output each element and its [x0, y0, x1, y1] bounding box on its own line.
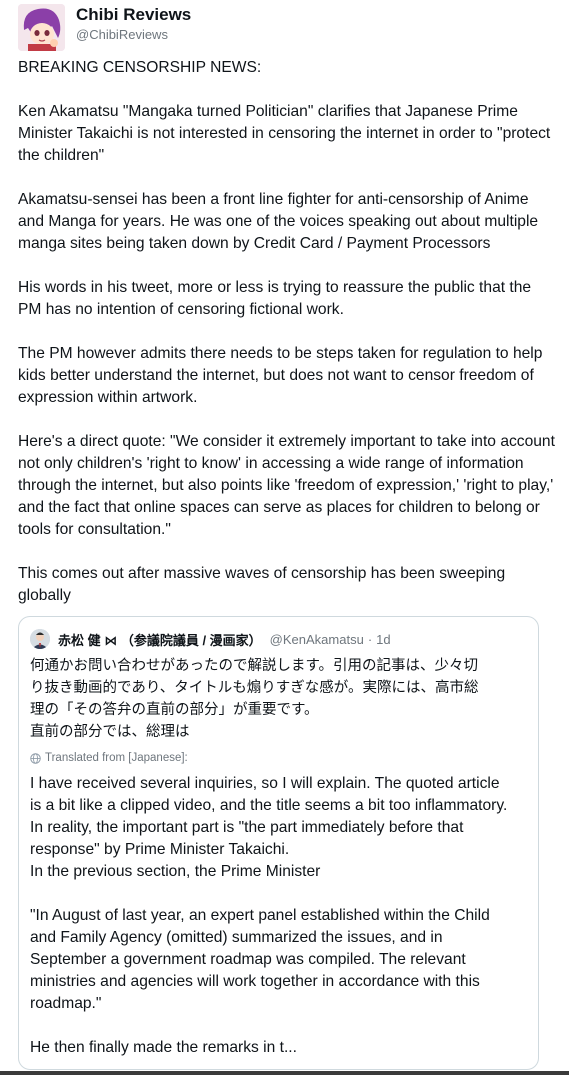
english-line: He then finally made the remarks in t...	[30, 1039, 297, 1056]
english-line: I have received several inquiries, so I …	[30, 775, 500, 792]
english-line: ministries and agencies will work togeth…	[30, 973, 480, 990]
quoted-english-text: I have received several inquiries, so I …	[30, 773, 530, 1059]
post-paragraph: The PM however admits there needs to be …	[18, 345, 543, 406]
quoted-author-handle[interactable]: @KenAkamatsu	[270, 632, 364, 647]
translated-label: Translated from [Japanese]:	[30, 752, 188, 764]
japanese-line: 何通かお問い合わせがあったので解説します。引用の記事は、少々切	[30, 658, 479, 674]
english-line: roadmap."	[30, 995, 102, 1012]
window-bottom-edge	[0, 1071, 569, 1075]
quoted-post-header: 赤松 健 ⋈ （参議院議員 / 漫画家） @KenAkamatsu · 1d	[30, 629, 391, 649]
quoted-author-avatar	[30, 629, 50, 649]
quoted-timestamp[interactable]: 1d	[376, 632, 390, 647]
quoted-author-name[interactable]: 赤松 健 ⋈ （参議院議員 / 漫画家）	[58, 630, 262, 649]
author-name[interactable]: Chibi Reviews	[76, 5, 191, 25]
post-paragraph: Ken Akamatsu "Mangaka turned Politician"…	[18, 103, 551, 164]
english-line: response" by Prime Minister Takaichi.	[30, 841, 290, 858]
post-body: BREAKING CENSORSHIP NEWS: Ken Akamatsu "…	[18, 57, 558, 629]
dot-separator: ·	[367, 631, 373, 647]
author-avatar[interactable]	[18, 4, 65, 51]
globe-icon	[30, 752, 41, 764]
post-page: Chibi Reviews @ChibiReviews BREAKING CEN…	[0, 0, 569, 1075]
quoted-post[interactable]: 赤松 健 ⋈ （参議院議員 / 漫画家） @KenAkamatsu · 1d 何…	[18, 616, 539, 1070]
post-paragraph: Here's a direct quote: "We consider it e…	[18, 433, 555, 538]
post-paragraph: BREAKING CENSORSHIP NEWS:	[18, 59, 262, 76]
english-line: "In August of last year, an expert panel…	[30, 907, 490, 924]
english-line: and Family Agency (omitted) summarized t…	[30, 929, 443, 946]
translated-label-text: Translated from [Japanese]:	[45, 752, 188, 764]
japanese-line: り抜き動画的であり、タイトルも煽りすぎな感が。実際には、高市総	[30, 680, 479, 696]
post-paragraph: This comes out after massive waves of ce…	[18, 565, 506, 604]
author-handle[interactable]: @ChibiReviews	[76, 27, 168, 42]
english-line: September a government roadmap was compi…	[30, 951, 466, 968]
post-paragraph: Akamatsu-sensei has been a front line fi…	[18, 191, 539, 252]
english-line: is a bit like a clipped video, and the t…	[30, 797, 508, 814]
english-line: In reality, the important part is "the p…	[30, 819, 464, 836]
japanese-line: 理の「その答弁の直前の部分」が重要です。	[30, 702, 319, 718]
english-line: In the previous section, the Prime Minis…	[30, 863, 321, 880]
post-paragraph: His words in his tweet, more or less is …	[18, 279, 532, 318]
quoted-japanese-text: 何通かお問い合わせがあったので解説します。引用の記事は、少々切 り抜き動画的であ…	[30, 655, 530, 743]
japanese-line: 直前の部分では、総理は	[30, 724, 190, 740]
